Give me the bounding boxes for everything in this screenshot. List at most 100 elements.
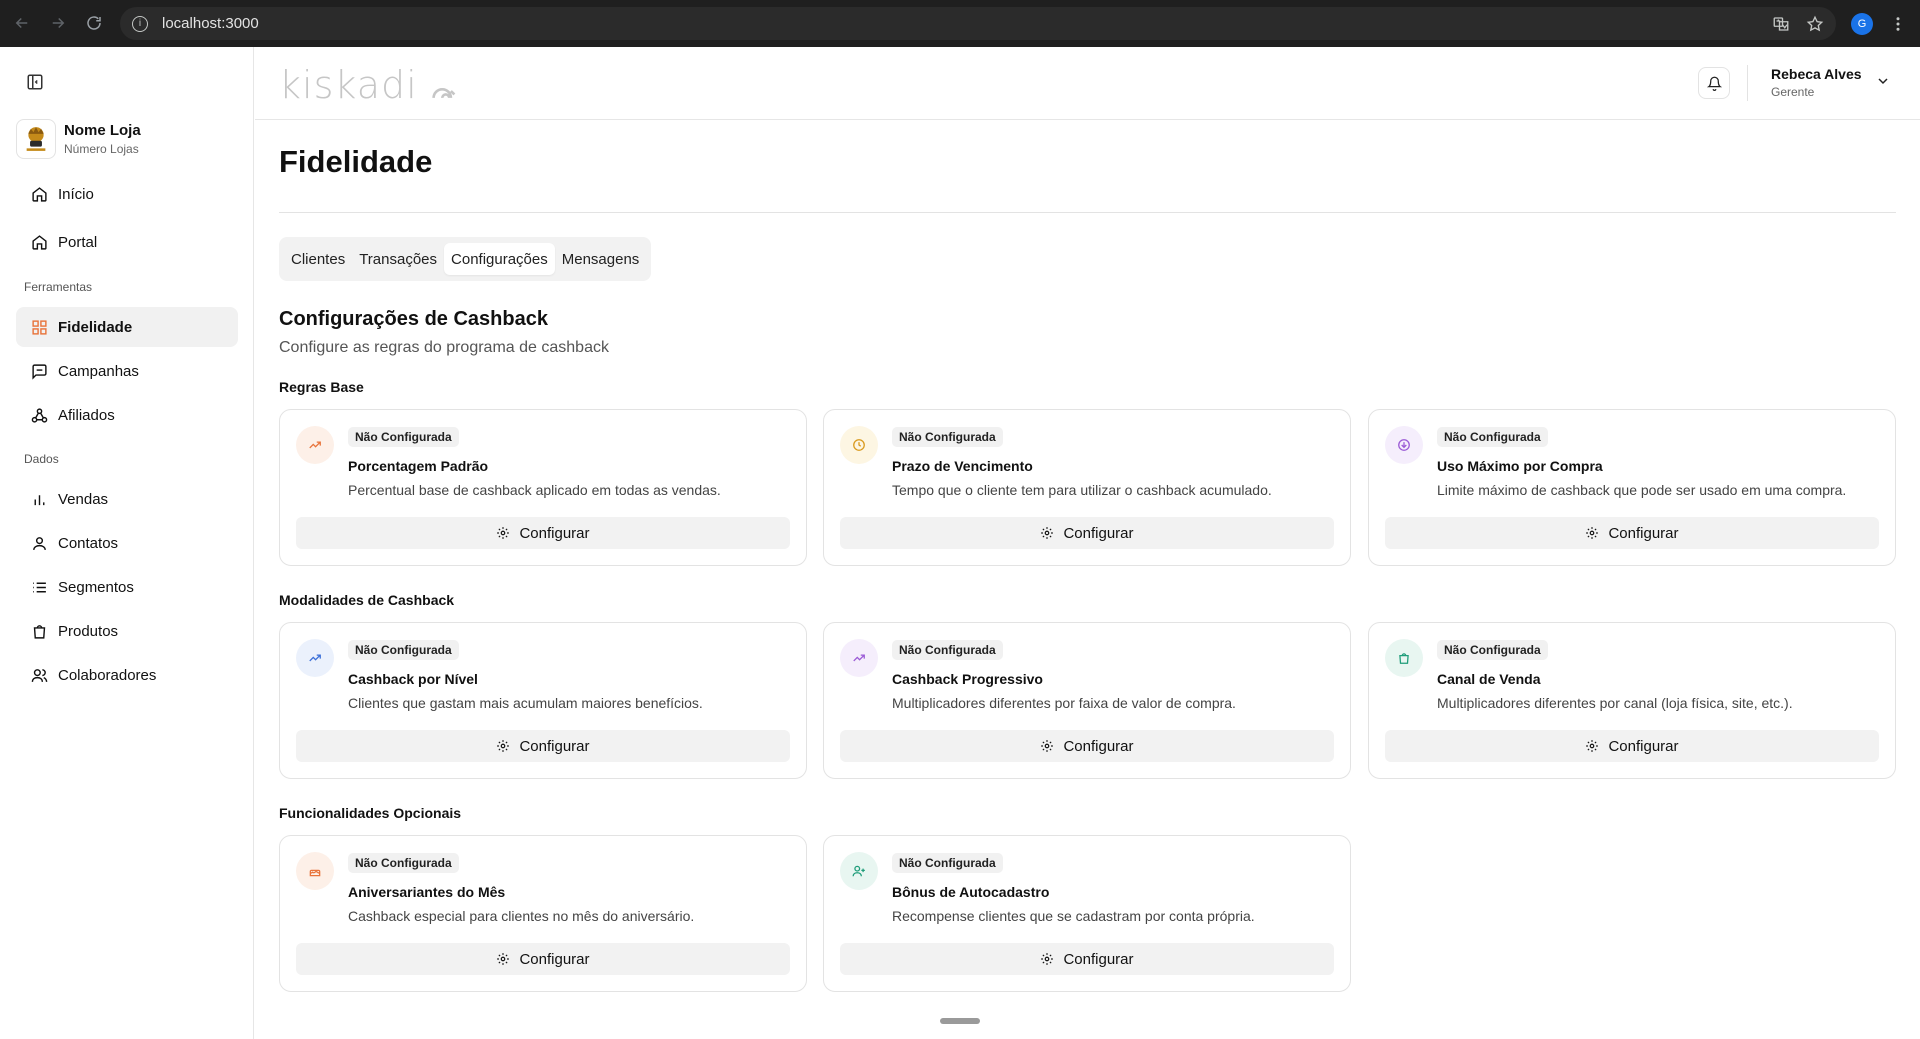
config-card-bonus-autocadastro: Não Configurada Bônus de Autocadastro Re… [823, 835, 1351, 992]
configure-button-label: Configurar [1608, 737, 1679, 755]
arrow-right-icon [52, 17, 65, 29]
configure-button-label: Configurar [519, 950, 590, 968]
reload-icon [87, 16, 101, 30]
sidebar-item-vendas[interactable]: Vendas [16, 479, 238, 519]
store-switcher[interactable]: Nome Loja Número Lojas [16, 119, 141, 159]
notifications-button[interactable] [1698, 67, 1730, 99]
config-card-cashback-por-nivel: Não Configurada Cashback por Nível Clien… [279, 622, 807, 779]
forward-button[interactable] [40, 5, 76, 41]
configure-button[interactable]: Configurar [840, 517, 1334, 549]
tab-configuracoes[interactable]: Configurações [444, 243, 555, 275]
back-button[interactable] [4, 5, 40, 41]
gear-icon [497, 953, 510, 965]
configure-button[interactable]: Configurar [840, 943, 1334, 975]
cake-icon [309, 869, 321, 877]
config-card-canal-de-venda: Não Configurada Canal de Venda Multiplic… [1368, 622, 1896, 779]
profile-avatar[interactable]: G [1851, 13, 1873, 35]
status-badge: Não Configurada [892, 427, 1003, 447]
tab-transacoes[interactable]: Transações [352, 243, 444, 275]
reload-button[interactable] [76, 5, 112, 41]
star-bookmark-icon[interactable] [1806, 15, 1824, 33]
configure-button-label: Configurar [1608, 524, 1679, 542]
user-role: Gerente [1771, 85, 1815, 99]
translate-icon[interactable] [1772, 15, 1790, 33]
section-title: Configurações de Cashback [279, 308, 548, 330]
configure-button-label: Configurar [1063, 524, 1134, 542]
home-icon [32, 234, 47, 250]
configure-button[interactable]: Configurar [296, 730, 790, 762]
bar-chart-icon [34, 494, 45, 505]
address-bar[interactable]: i localhost:3000 [120, 7, 1836, 40]
sidebar-item-label: Segmentos [58, 578, 134, 596]
card-icon-wrapper [1385, 639, 1423, 677]
sidebar-item-label: Vendas [58, 490, 109, 508]
gear-icon [1041, 740, 1054, 752]
sidebar: Nome Loja Número Lojas Início Portal Fer… [0, 47, 254, 1039]
card-icon-wrapper [296, 426, 334, 464]
card-description: Limite máximo de cashback que pode ser u… [1437, 482, 1847, 498]
tab-mensagens[interactable]: Mensagens [555, 243, 647, 275]
configure-button[interactable]: Configurar [1385, 517, 1879, 549]
gear-icon [497, 740, 510, 752]
status-badge: Não Configurada [892, 640, 1003, 660]
card-title: Aniversariantes do Mês [348, 884, 506, 900]
card-icon-wrapper [840, 852, 878, 890]
trending-up-icon [309, 654, 321, 662]
sidebar-item-label: Afiliados [58, 406, 115, 424]
brand-logo[interactable]: kiskadi [279, 63, 457, 107]
sidebar-item-fidelidade[interactable]: Fidelidade [16, 307, 238, 347]
card-description: Multiplicadores diferentes por canal (lo… [1437, 695, 1793, 711]
tab-clientes[interactable]: Clientes [284, 243, 352, 275]
card-description: Percentual base de cashback aplicado em … [348, 482, 721, 498]
store-crest-icon [26, 127, 46, 151]
panel-left-icon [27, 74, 43, 90]
sidebar-item-portal[interactable]: Portal [16, 222, 238, 262]
card-description: Multiplicadores diferentes por faixa de … [892, 695, 1236, 711]
configure-button[interactable]: Configurar [840, 730, 1334, 762]
configure-button[interactable]: Configurar [296, 517, 790, 549]
network-icon [31, 407, 48, 423]
more-vertical-icon [1896, 17, 1900, 31]
section-subtitle: Configure as regras do programa de cashb… [279, 339, 609, 356]
card-icon-wrapper [840, 639, 878, 677]
group-title-regras-base: Regras Base [279, 379, 364, 395]
card-title: Cashback por Nível [348, 671, 478, 687]
chevron-down-icon[interactable] [1875, 73, 1891, 89]
browser-menu-button[interactable] [1888, 12, 1908, 36]
sidebar-item-label: Portal [58, 233, 98, 251]
user-menu[interactable]: Rebeca Alves Gerente [1771, 66, 1862, 99]
card-title: Canal de Venda [1437, 671, 1541, 687]
clock-icon [853, 439, 865, 451]
sidebar-item-campanhas[interactable]: Campanhas [16, 351, 238, 391]
configure-button[interactable]: Configurar [1385, 730, 1879, 762]
gear-icon [1586, 740, 1599, 752]
sidebar-item-segmentos[interactable]: Segmentos [16, 567, 238, 607]
tab-list: Clientes Transações Configurações Mensag… [279, 237, 652, 281]
bag-icon [1399, 653, 1409, 664]
bag-icon [33, 624, 46, 639]
download-circle-icon [1398, 439, 1410, 451]
section-label-dados: Dados [24, 452, 59, 466]
scroll-handle[interactable] [940, 1018, 980, 1024]
sidebar-item-label: Contatos [58, 534, 119, 552]
sidebar-item-afiliados[interactable]: Afiliados [16, 395, 238, 435]
sidebar-item-label: Campanhas [58, 362, 139, 380]
card-description: Cashback especial para clientes no mês d… [348, 908, 695, 924]
site-info-icon[interactable]: i [132, 15, 148, 32]
users-icon [31, 668, 48, 682]
store-name: Nome Loja [64, 122, 141, 139]
sidebar-item-inicio[interactable]: Início [16, 174, 238, 214]
config-card-prazo-de-vencimento: Não Configurada Prazo de Vencimento Temp… [823, 409, 1351, 566]
status-badge: Não Configurada [892, 853, 1003, 873]
brand-swirl-icon [432, 87, 456, 99]
sidebar-item-produtos[interactable]: Produtos [16, 611, 238, 651]
sidebar-toggle-button[interactable] [26, 73, 46, 93]
card-description: Clientes que gastam mais acumulam maiore… [348, 695, 703, 711]
trending-up-icon [853, 654, 865, 662]
url-text[interactable]: localhost:3000 [162, 15, 259, 32]
sidebar-item-colaboradores[interactable]: Colaboradores [16, 655, 238, 695]
section-label-ferramentas: Ferramentas [24, 280, 93, 294]
configure-button[interactable]: Configurar [296, 943, 790, 975]
sidebar-item-contatos[interactable]: Contatos [16, 523, 238, 563]
header-divider [1747, 65, 1748, 101]
